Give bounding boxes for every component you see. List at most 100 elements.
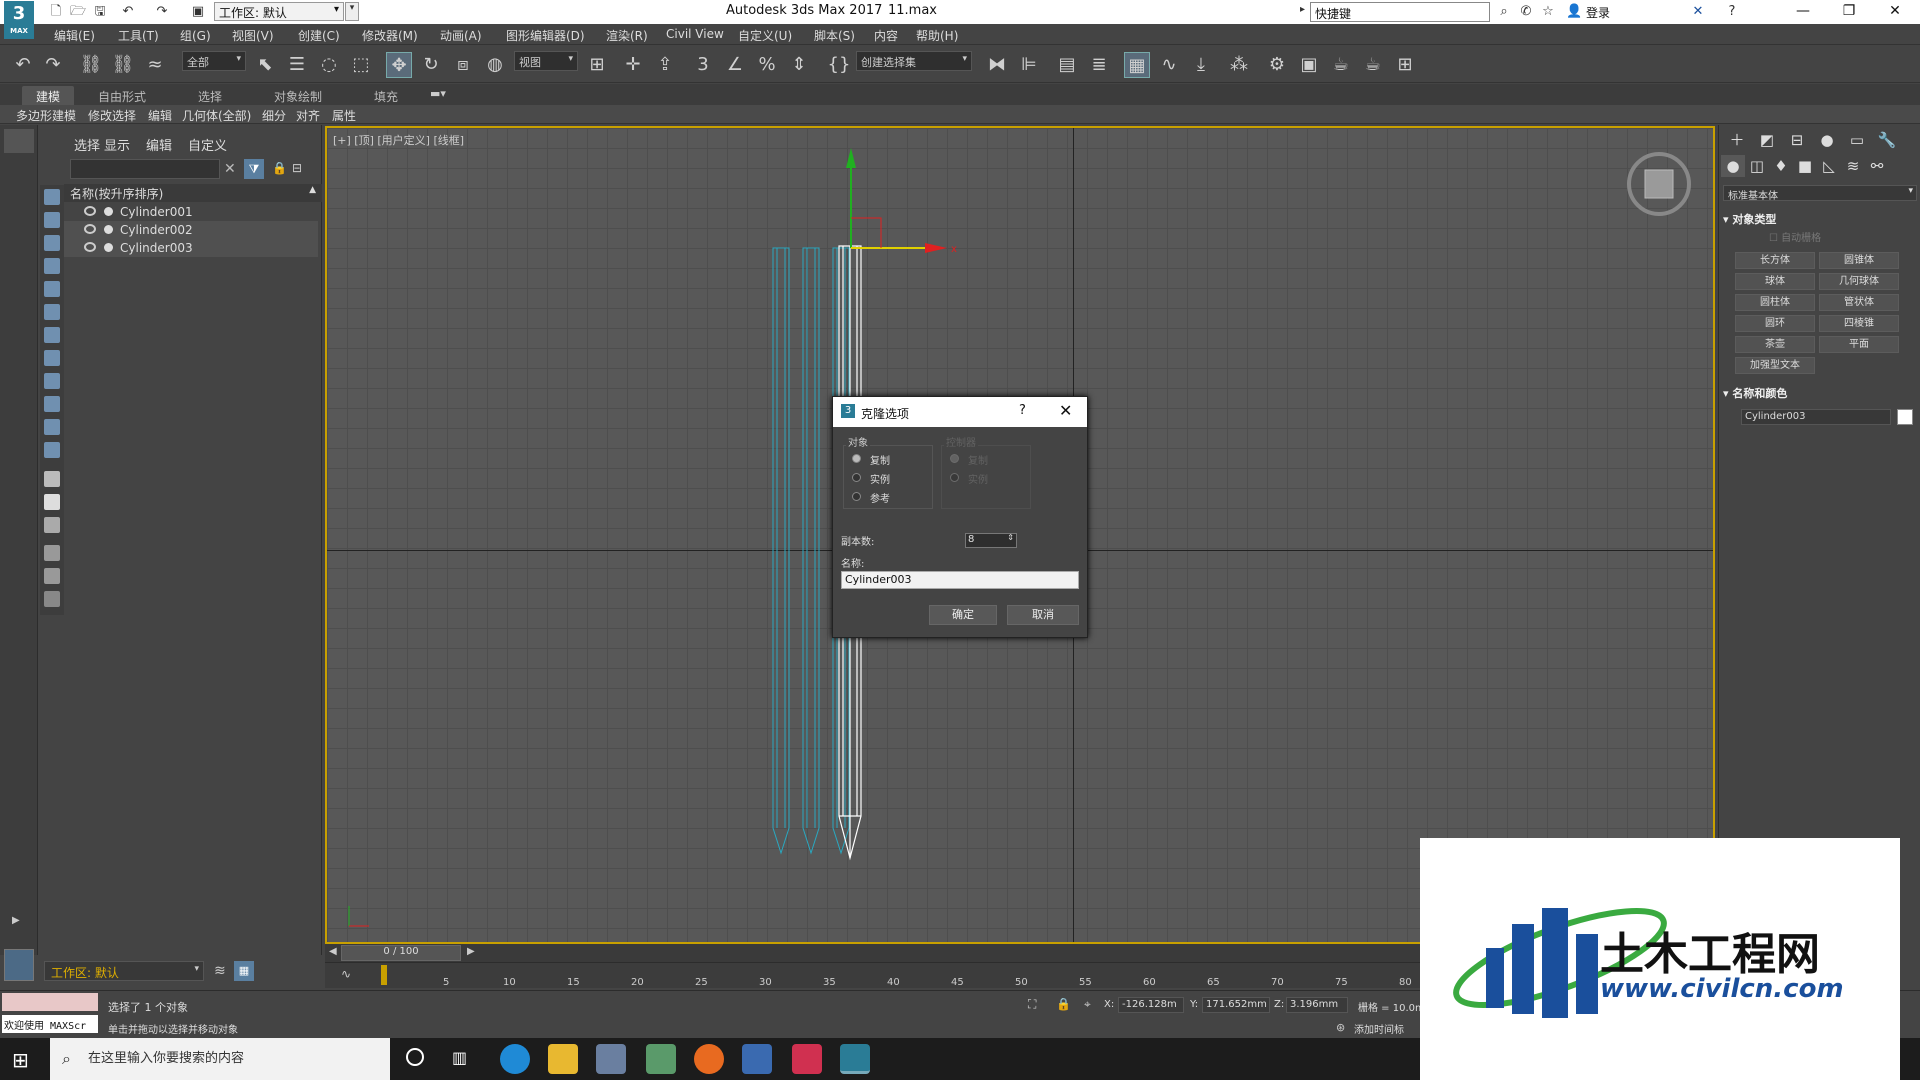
ribbon-properties[interactable]: 属性 <box>332 107 356 124</box>
edit-named-selection-icon[interactable]: {} <box>826 52 852 78</box>
modify-tab-icon[interactable]: ◩ <box>1755 129 1779 151</box>
ribbon-modify-selection[interactable]: 修改选择 <box>88 107 136 124</box>
schematic-view-icon[interactable]: ⤓ <box>1188 52 1214 78</box>
hierarchy-tab-icon[interactable]: ⊟ <box>1785 129 1809 151</box>
unlink-icon[interactable]: ⛓ <box>110 52 136 78</box>
object-name-input[interactable]: Cylinder003 <box>1741 409 1891 425</box>
next-frame-icon[interactable]: ▶ <box>467 946 475 957</box>
communication-icon[interactable]: ✆ <box>1518 4 1534 20</box>
select-by-name-icon[interactable]: ☰ <box>284 52 310 78</box>
utilities-tab-icon[interactable]: 🔧 <box>1875 129 1899 151</box>
explorer-row-cylinder003[interactable]: Cylinder003 <box>64 239 318 257</box>
layer-explorer-icon[interactable]: ▤ <box>1054 52 1080 78</box>
selection-lock-icon[interactable]: 🔒 <box>1056 997 1071 1011</box>
ribbon-align[interactable]: 对齐 <box>296 107 320 124</box>
ribbon-polygon-modeling[interactable]: 多边形建模 <box>16 107 76 124</box>
snaps-toggle-icon[interactable]: 3 <box>690 52 716 78</box>
explorer-menu-customize[interactable]: 自定义 <box>188 135 227 154</box>
favorites-icon[interactable]: ☆ <box>1540 4 1556 20</box>
radio-instance-label[interactable]: 实例 <box>870 471 890 486</box>
render-setup-icon[interactable]: ⚙ <box>1264 52 1290 78</box>
create-tab-icon[interactable]: ＋ <box>1725 129 1749 151</box>
app-logo[interactable]: 3 MAX <box>4 1 34 39</box>
viewcube[interactable] <box>1627 152 1691 216</box>
filter-icon[interactable] <box>44 545 60 561</box>
expand-arrow-icon[interactable]: ▶ <box>12 915 20 926</box>
display-geometry-icon[interactable] <box>44 189 60 205</box>
percent-snap-icon[interactable]: % <box>754 52 780 78</box>
select-place-icon[interactable]: ◍ <box>482 52 508 78</box>
copies-value[interactable]: 8 <box>968 534 974 545</box>
ribbon-tab-populate[interactable]: 填充 <box>360 86 412 105</box>
maxscript-mini-listener[interactable]: 欢迎使用 MAXScr <box>2 1015 98 1033</box>
dialog-help-button[interactable]: ? <box>1019 403 1026 418</box>
display-particles-icon[interactable] <box>44 419 60 435</box>
textplus-button[interactable]: 加强型文本 <box>1735 357 1815 374</box>
ribbon-options-icon[interactable]: ▬▾ <box>430 87 446 100</box>
motion-tab-icon[interactable]: ● <box>1815 129 1839 151</box>
save-icon[interactable]: 🖫 <box>92 4 108 20</box>
object-type-rollout[interactable]: ▾ 对象类型 <box>1723 211 1776 227</box>
redo-icon[interactable]: ↷ <box>40 52 66 78</box>
cameras-category-icon[interactable]: ■ <box>1793 155 1817 177</box>
select-scale-icon[interactable]: ⧈ <box>450 52 476 78</box>
sphere-button[interactable]: 球体 <box>1735 273 1815 290</box>
spacewarps-category-icon[interactable]: ≋ <box>1841 155 1865 177</box>
task-view-icon[interactable]: ▥ <box>452 1048 467 1067</box>
explorer-row-cylinder002[interactable]: Cylinder002 <box>64 221 318 239</box>
menu-civil-view[interactable]: Civil View <box>666 27 724 41</box>
display-groups-icon[interactable] <box>44 327 60 343</box>
explorer-search-input[interactable] <box>70 159 220 179</box>
display-hidden-icon[interactable] <box>44 442 60 458</box>
explorer-menu-display[interactable]: 显示 <box>104 135 130 154</box>
name-input[interactable]: Cylinder003 <box>841 571 1079 589</box>
cortana-icon[interactable] <box>406 1048 424 1066</box>
help-icon[interactable]: ? <box>1724 4 1740 20</box>
binoculars-icon[interactable]: ⌕ <box>1496 4 1512 20</box>
move-gizmo[interactable]: x <box>846 148 957 255</box>
exchange-icon[interactable]: ✕ <box>1690 4 1706 20</box>
ribbon-subdivision[interactable]: 细分 <box>262 107 286 124</box>
explorer-workspace-dropdown[interactable]: 工作区: 默认 ▾ <box>44 961 204 981</box>
y-coordinate-field[interactable]: 171.652mm <box>1202 997 1270 1013</box>
render-bulb-icon[interactable] <box>104 243 113 252</box>
menu-animation[interactable]: 动画(A) <box>440 27 482 44</box>
3dsmax-app-icon[interactable] <box>840 1044 870 1074</box>
radio-reference-label[interactable]: 参考 <box>870 490 890 505</box>
tube-button[interactable]: 管状体 <box>1819 294 1899 311</box>
app-icon-4[interactable] <box>596 1044 626 1074</box>
scene-explorer-toggle-icon[interactable]: ▦ <box>234 961 254 981</box>
ribbon-tab-modeling[interactable]: 建模 <box>22 86 75 105</box>
lock-icon[interactable]: 🔒 <box>272 161 287 175</box>
radio-reference[interactable] <box>852 492 861 501</box>
copies-spinner[interactable]: 8 ⇕ <box>965 533 1017 548</box>
ribbon-geometry-all[interactable]: 几何体(全部) <box>182 107 251 124</box>
autogrid-checkbox[interactable]: ☐ 自动栅格 <box>1769 229 1821 244</box>
display-none-icon[interactable] <box>44 517 60 533</box>
prev-frame-icon[interactable]: ◀ <box>329 946 337 957</box>
menu-group[interactable]: 组(G) <box>180 27 211 44</box>
mirror-icon[interactable]: ⧓ <box>984 52 1010 78</box>
display-bones-icon[interactable] <box>44 373 60 389</box>
teapot-button[interactable]: 茶壶 <box>1735 336 1815 353</box>
select-rotate-icon[interactable]: ↻ <box>418 52 444 78</box>
edge-app-icon[interactable] <box>500 1044 530 1074</box>
menu-graph-editors[interactable]: 图形编辑器(D) <box>506 27 585 44</box>
file-explorer-app-icon[interactable] <box>548 1044 578 1074</box>
ribbon-edit[interactable]: 编辑 <box>148 107 172 124</box>
app-icon-5[interactable] <box>646 1044 676 1074</box>
render-production-icon[interactable]: ☕ <box>1328 52 1354 78</box>
display-containers-icon[interactable] <box>44 396 60 412</box>
render-gallery-icon[interactable]: ⊞ <box>1392 52 1418 78</box>
helpers-category-icon[interactable]: ◺ <box>1817 155 1841 177</box>
display-tab-icon[interactable]: ▭ <box>1845 129 1869 151</box>
plane-button[interactable]: 平面 <box>1819 336 1899 353</box>
object-color-swatch[interactable] <box>1897 409 1913 425</box>
rendered-frame-icon[interactable]: ▣ <box>1296 52 1322 78</box>
geosphere-button[interactable]: 几何球体 <box>1819 273 1899 290</box>
infocenter-arrow-icon[interactable]: ▸ <box>1300 4 1305 15</box>
select-move-icon[interactable]: ✥ <box>386 52 412 78</box>
dialog-title-bar[interactable]: 3 克隆选项 ? ✕ <box>833 397 1087 427</box>
isolate-selection-icon[interactable]: ⛶ <box>1028 997 1036 1012</box>
render-iterative-icon[interactable]: ☕ <box>1360 52 1386 78</box>
